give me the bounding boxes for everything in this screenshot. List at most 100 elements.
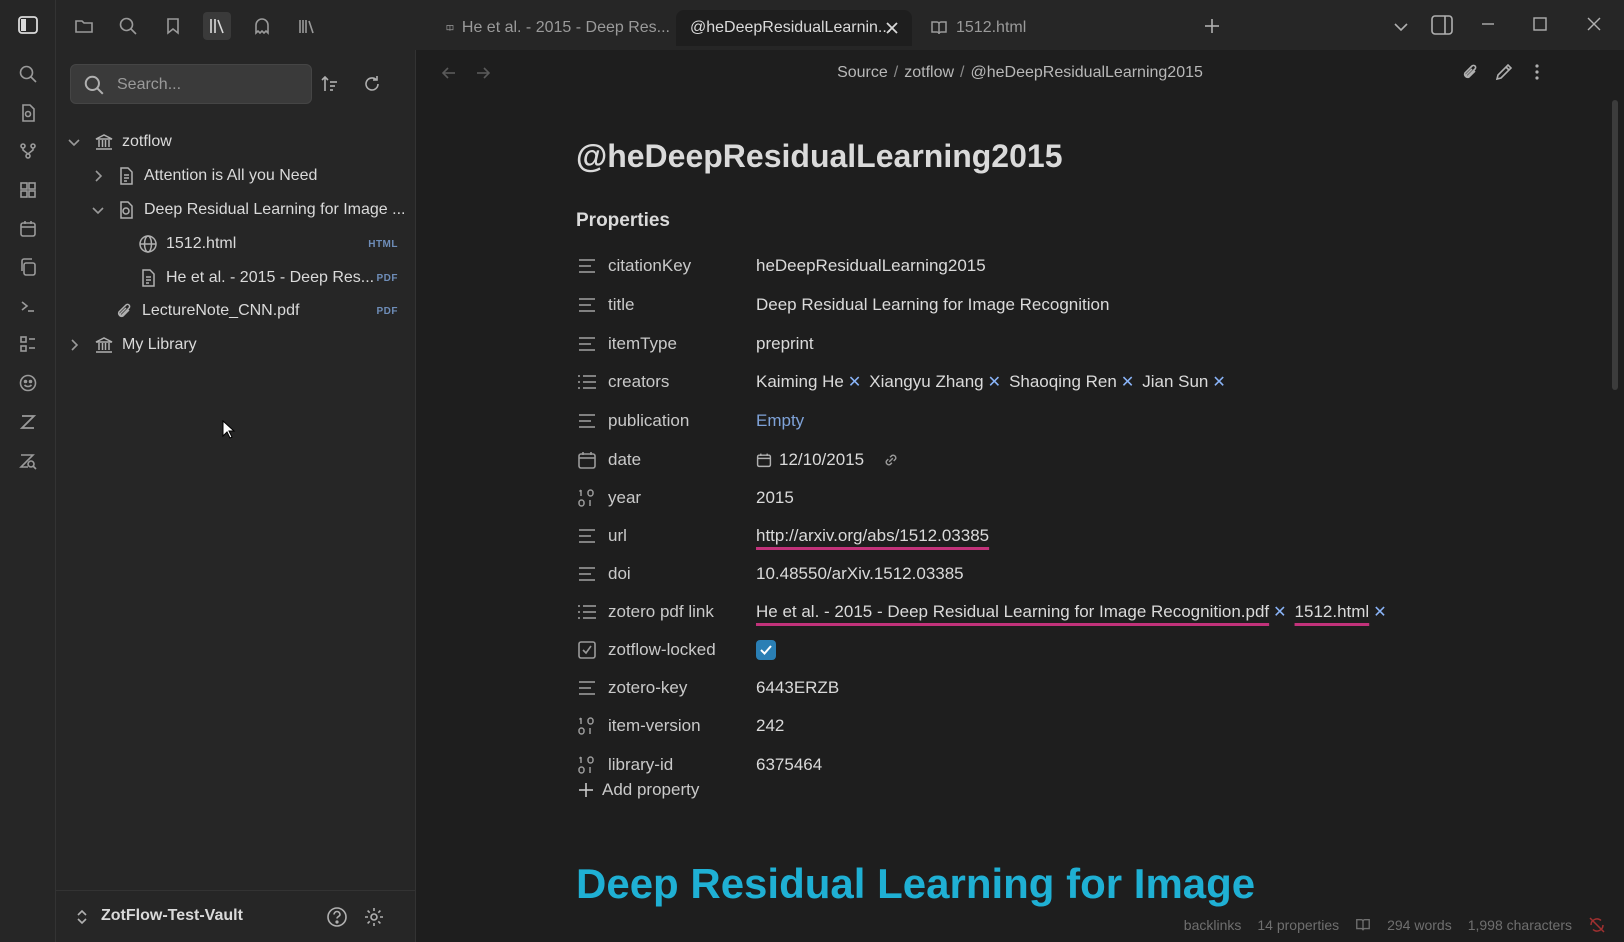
chevron-right-icon[interactable] <box>90 168 106 184</box>
status-properties[interactable]: 14 properties <box>1257 917 1339 933</box>
close-tab-icon[interactable] <box>884 20 900 36</box>
tree-item-lecture-note[interactable]: LectureNote_CNN.pdf PDF <box>90 296 410 326</box>
property-row-date[interactable]: date 12/10/2015 <box>576 441 1476 479</box>
property-key[interactable]: year <box>608 488 641 508</box>
property-row-itemtype[interactable]: itemType preprint <box>576 325 1476 363</box>
creator-pill[interactable]: Kaiming He ✕ <box>756 372 861 392</box>
sort-icon[interactable] <box>316 70 344 98</box>
property-key[interactable]: doi <box>608 564 631 584</box>
tree-item-deep-residual[interactable]: Deep Residual Learning for Image ... <box>90 195 410 225</box>
books-icon[interactable] <box>292 12 320 40</box>
paperclip-icon[interactable] <box>1460 62 1480 82</box>
creator-pill[interactable]: Shaoqing Ren ✕ <box>1009 372 1134 392</box>
tree-item-my-library[interactable]: My Library <box>66 330 197 360</box>
property-row-year[interactable]: year 2015 <box>576 479 1476 517</box>
property-row-zotflow-locked[interactable]: zotflow-locked <box>576 631 1476 669</box>
property-value[interactable]: 242 <box>756 716 784 736</box>
tree-item-attention[interactable]: Attention is All you Need <box>90 161 410 191</box>
remove-icon[interactable]: ✕ <box>1212 372 1225 392</box>
properties-heading[interactable]: Properties <box>576 210 670 232</box>
library-icon[interactable] <box>203 12 231 40</box>
creator-pill[interactable]: Xiangyu Zhang ✕ <box>869 372 1001 392</box>
property-row-publication[interactable]: publication Empty <box>576 402 1476 440</box>
zotero-search-icon[interactable] <box>15 448 41 474</box>
search-icon[interactable] <box>114 12 142 40</box>
copy-icon[interactable] <box>15 254 41 280</box>
property-row-creators[interactable]: creators Kaiming He ✕ Xiangyu Zhang ✕ Shao… <box>576 363 1476 401</box>
link-icon[interactable] <box>882 451 900 469</box>
pdf-link-pill[interactable]: He et al. - 2015 - Deep Residual Learnin… <box>756 602 1287 622</box>
html-link-pill[interactable]: 1512.html ✕ <box>1295 602 1387 622</box>
property-value[interactable]: 2015 <box>756 488 794 508</box>
close-window-icon[interactable] <box>1586 16 1602 32</box>
bookmark-icon[interactable] <box>159 12 187 40</box>
property-key[interactable]: library-id <box>608 755 673 775</box>
scrollbar[interactable] <box>1612 100 1618 390</box>
sync-off-icon[interactable] <box>1588 916 1606 934</box>
note-body-heading[interactable]: Deep Residual Learning for Image <box>576 860 1255 908</box>
property-value-empty[interactable]: Empty <box>756 411 804 431</box>
property-row-citationkey[interactable]: citationKey heDeepResidualLearning2015 <box>576 247 1476 285</box>
property-key[interactable]: zotero-key <box>608 678 687 698</box>
property-key[interactable]: zotflow-locked <box>608 640 716 660</box>
url-link[interactable]: http://arxiv.org/abs/1512.03385 <box>756 526 989 546</box>
new-tab-icon[interactable] <box>1202 16 1222 36</box>
reading-book-icon[interactable] <box>1355 917 1371 933</box>
property-row-library-id[interactable]: library-id 6375464 <box>576 746 1476 784</box>
note-title[interactable]: @heDeepResidualLearning2015 <box>576 138 1062 175</box>
chevron-down-icon[interactable] <box>90 202 106 218</box>
graph-view-icon[interactable] <box>15 138 41 164</box>
vault-name[interactable]: ZotFlow-Test-Vault <box>101 907 243 925</box>
property-row-zotero-key[interactable]: zotero-key 6443ERZB <box>576 669 1476 707</box>
property-row-url[interactable]: url http://arxiv.org/abs/1512.03385 <box>576 517 1476 555</box>
locked-checkbox[interactable] <box>756 640 776 660</box>
maximize-window-icon[interactable] <box>1532 16 1548 32</box>
tab-1512-html[interactable]: 1512.html <box>916 10 1116 46</box>
chevron-down-icon[interactable] <box>66 134 82 150</box>
property-key[interactable]: creators <box>608 372 669 392</box>
property-key[interactable]: itemType <box>608 334 677 354</box>
property-value[interactable]: 6443ERZB <box>756 678 839 698</box>
property-value[interactable]: Deep Residual Learning for Image Recogni… <box>756 295 1109 315</box>
settings-gear-icon[interactable] <box>363 906 385 928</box>
pdf-link[interactable]: He et al. - 2015 - Deep Residual Learnin… <box>756 602 1269 622</box>
property-row-item-version[interactable]: item-version 242 <box>576 707 1476 745</box>
property-row-zotero-pdf-link[interactable]: zotero pdf link He et al. - 2015 - Deep … <box>576 593 1476 631</box>
property-value[interactable]: heDeepResidualLearning2015 <box>756 256 986 276</box>
html-link[interactable]: 1512.html <box>1295 602 1370 622</box>
property-key[interactable]: item-version <box>608 716 701 736</box>
terminal-icon[interactable] <box>15 293 41 319</box>
property-key[interactable]: url <box>608 526 627 546</box>
chevron-right-icon[interactable] <box>66 337 82 353</box>
more-options-icon[interactable] <box>1530 62 1544 82</box>
ghost-icon[interactable] <box>248 12 276 40</box>
list-icon[interactable] <box>15 331 41 357</box>
edit-pencil-icon[interactable] <box>1494 62 1514 82</box>
refresh-icon[interactable] <box>358 70 386 98</box>
remove-icon[interactable]: ✕ <box>1273 602 1286 622</box>
tree-item-he-et-al-pdf[interactable]: He et al. - 2015 - Deep Res... PDF <box>114 263 410 293</box>
property-key[interactable]: citationKey <box>608 256 691 276</box>
property-value[interactable]: preprint <box>756 334 814 354</box>
remove-icon[interactable]: ✕ <box>1121 372 1134 392</box>
minimize-window-icon[interactable] <box>1480 16 1496 32</box>
vault-switcher-icon[interactable] <box>74 908 90 926</box>
property-key[interactable]: title <box>608 295 634 315</box>
breadcrumb-note[interactable]: @heDeepResidualLearning2015 <box>970 64 1202 81</box>
add-property-button[interactable]: Add property <box>578 780 699 800</box>
help-icon[interactable] <box>326 906 348 928</box>
tab-he-et-al[interactable]: He et al. - 2015 - Deep Res... <box>430 10 670 46</box>
canvas-icon[interactable] <box>15 177 41 203</box>
folder-icon[interactable] <box>70 12 98 40</box>
tab-list-chevron-icon[interactable] <box>1392 18 1410 36</box>
status-backlinks[interactable]: backlinks <box>1184 917 1242 933</box>
property-row-doi[interactable]: doi 10.48550/arXiv.1512.03385 <box>576 555 1476 593</box>
toggle-sidebar-icon[interactable] <box>15 12 41 38</box>
breadcrumb-zotflow[interactable]: zotflow <box>904 64 954 81</box>
file-search-icon[interactable] <box>15 100 41 126</box>
search-icon[interactable] <box>15 61 41 87</box>
remove-icon[interactable]: ✕ <box>1373 602 1386 622</box>
remove-icon[interactable]: ✕ <box>848 372 861 392</box>
breadcrumb-source[interactable]: Source <box>837 64 888 81</box>
calendar-icon[interactable] <box>15 216 41 242</box>
